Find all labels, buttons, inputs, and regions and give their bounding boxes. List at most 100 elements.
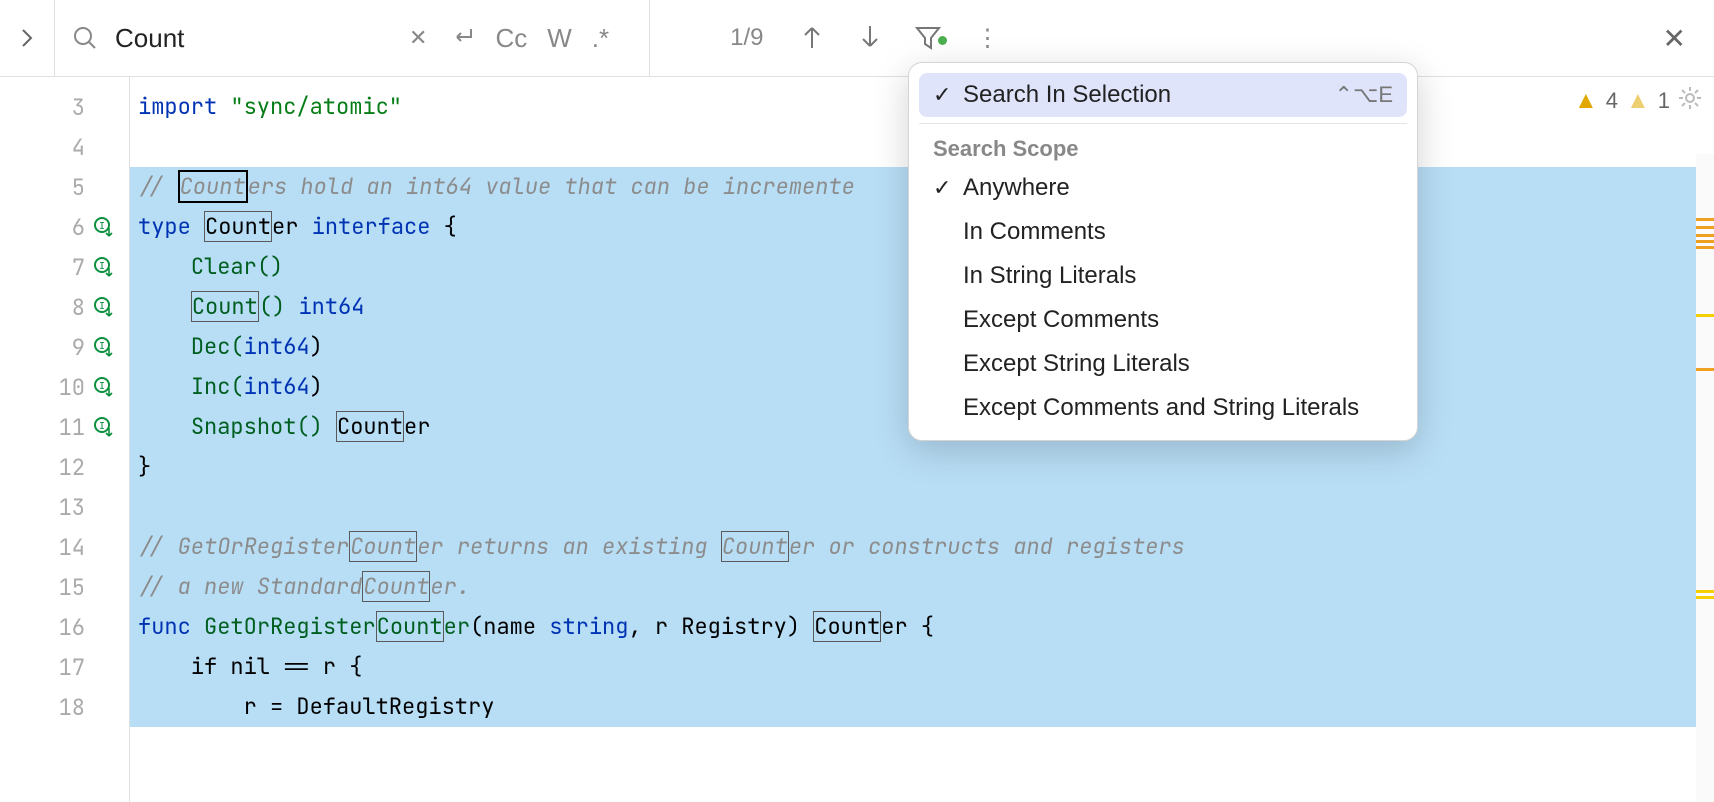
check-icon: ✓ <box>933 175 963 201</box>
line-number: 5 <box>45 173 85 202</box>
keyword: type <box>138 212 191 241</box>
popup-section-header: Search Scope <box>919 130 1407 166</box>
method: Snapshot() <box>191 412 336 441</box>
implements-icon[interactable]: I <box>91 334 117 360</box>
line-number: 16 <box>45 613 85 642</box>
search-in-selection-item[interactable]: ✓ Search In Selection ⌃⌥E <box>919 73 1407 117</box>
comment: // Counters hold an int64 value that can… <box>138 170 855 203</box>
check-icon: ✓ <box>933 82 963 108</box>
search-options-popup: ✓ Search In Selection ⌃⌥E Search Scope ✓… <box>908 62 1418 441</box>
implements-icon <box>91 94 117 120</box>
line-number: 11 <box>45 413 85 442</box>
filter-icon[interactable] <box>899 22 957 55</box>
clear-search-icon[interactable]: ✕ <box>395 25 441 51</box>
svg-text:I: I <box>99 301 105 312</box>
gutter-row[interactable]: 18 <box>0 687 129 727</box>
match-current: Count <box>178 170 248 203</box>
gutter-row[interactable]: 15 <box>0 567 129 607</box>
line-number: 7 <box>45 253 85 282</box>
implements-icon <box>91 134 117 160</box>
type: int64 <box>298 292 364 321</box>
line-number: 17 <box>45 653 85 682</box>
match: Count <box>191 291 259 322</box>
line-number: 10 <box>45 373 85 402</box>
prev-match-icon[interactable] <box>783 24 841 53</box>
popup-item-label: Except String Literals <box>963 350 1393 378</box>
implements-icon[interactable]: I <box>91 414 117 440</box>
line-number: 15 <box>45 573 85 602</box>
svg-text:I: I <box>99 421 105 432</box>
keyword: import <box>138 92 217 121</box>
gutter-row[interactable]: 16 <box>0 607 129 647</box>
svg-text:I: I <box>99 261 105 272</box>
string: "sync/atomic" <box>230 92 402 121</box>
comment: // GetOrRegisterCounter returns an exist… <box>138 531 1185 562</box>
match: Count <box>349 531 417 562</box>
match: Count <box>204 211 272 242</box>
code: if nil == r { <box>138 652 362 681</box>
next-match-icon[interactable] <box>841 24 899 53</box>
popup-item-label: Anywhere <box>963 174 1393 202</box>
line-number: 14 <box>45 533 85 562</box>
gutter-row[interactable]: 12 <box>0 447 129 487</box>
implements-icon <box>91 654 117 680</box>
method: Dec( <box>191 332 244 361</box>
keyword: interface <box>312 212 431 241</box>
implements-icon <box>91 694 117 720</box>
implements-icon <box>91 174 117 200</box>
gutter-row[interactable]: 6I <box>0 207 129 247</box>
gutter-row[interactable]: 13 <box>0 487 129 527</box>
implements-icon[interactable]: I <box>91 294 117 320</box>
scope-item[interactable]: Except Comments and String Literals <box>919 386 1407 430</box>
popup-item-label: In Comments <box>963 218 1393 246</box>
gutter-row[interactable]: 10 I <box>0 367 129 407</box>
gutter: 3456I7I8I9I10I11I12131415161718 <box>0 77 130 802</box>
whole-word-toggle[interactable]: W <box>537 23 582 54</box>
popup-item-label: Search In Selection <box>963 81 1335 109</box>
gutter-row[interactable]: 7I <box>0 247 129 287</box>
line-number: 6 <box>45 213 85 242</box>
implements-icon[interactable]: I <box>91 254 117 280</box>
implements-icon[interactable]: I <box>91 214 117 240</box>
match: Count <box>336 411 404 442</box>
method: Inc( <box>191 372 244 401</box>
scope-item[interactable]: Except Comments <box>919 298 1407 342</box>
svg-text:I: I <box>99 341 105 352</box>
gutter-row[interactable]: 4 <box>0 127 129 167</box>
svg-text:I: I <box>99 381 105 392</box>
implements-icon <box>91 454 117 480</box>
match-count: 1/9 <box>710 24 783 52</box>
gutter-row[interactable]: 17 <box>0 647 129 687</box>
scope-item[interactable]: Except String Literals <box>919 342 1407 386</box>
scope-item[interactable]: ✓Anywhere <box>919 166 1407 210</box>
expand-find-chevron[interactable] <box>0 0 55 76</box>
gutter-row[interactable]: 8I <box>0 287 129 327</box>
implements-icon[interactable]: I <box>91 374 117 400</box>
gutter-row[interactable]: 14 <box>0 527 129 567</box>
code: r = DefaultRegistry <box>138 692 494 721</box>
match-case-toggle[interactable]: Cc <box>485 23 537 54</box>
multiline-toggle-icon[interactable] <box>441 25 485 52</box>
implements-icon <box>91 534 117 560</box>
search-icon[interactable] <box>55 24 115 52</box>
method: Count() <box>191 291 285 322</box>
gutter-row[interactable]: 9I <box>0 327 129 367</box>
svg-text:I: I <box>99 221 105 232</box>
find-toolbar: ✕ Cc W .* 1/9 ⋮ ✕ <box>0 0 1714 77</box>
scroll-markers[interactable] <box>1696 154 1714 802</box>
gutter-row[interactable]: 5 <box>0 167 129 207</box>
gutter-row[interactable]: 11 I <box>0 407 129 447</box>
scope-item[interactable]: In String Literals <box>919 254 1407 298</box>
editor: 3456I7I8I9I10I11I12131415161718 import "… <box>0 77 1714 802</box>
match: Count <box>813 611 881 642</box>
gutter-row[interactable]: 3 <box>0 87 129 127</box>
regex-toggle[interactable]: .* <box>582 23 619 54</box>
close-find-icon[interactable]: ✕ <box>1635 22 1714 55</box>
line-number: 8 <box>45 293 85 322</box>
keyword: func <box>138 612 191 641</box>
shortcut: ⌃⌥E <box>1335 82 1393 108</box>
scope-item[interactable]: In Comments <box>919 210 1407 254</box>
line-number: 9 <box>45 333 85 362</box>
more-options-icon[interactable]: ⋮ <box>957 24 1017 53</box>
search-input[interactable] <box>115 23 395 54</box>
